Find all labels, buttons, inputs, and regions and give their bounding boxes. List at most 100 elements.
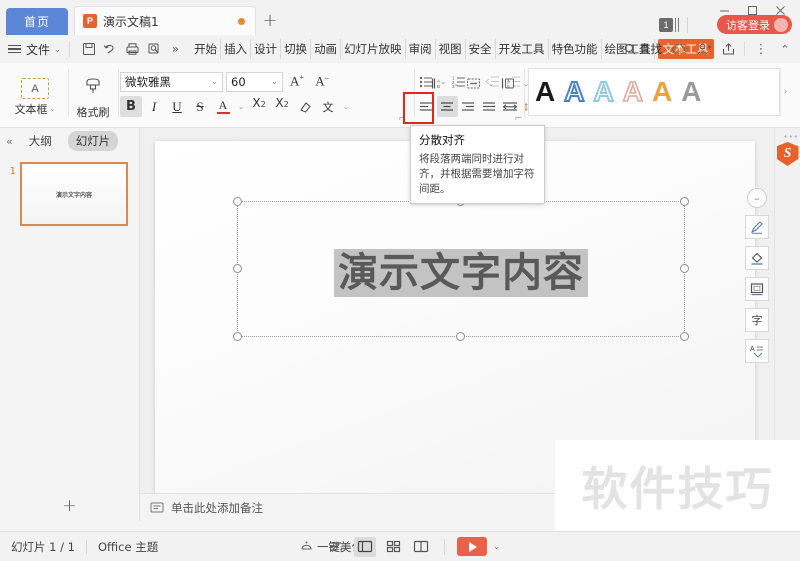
save-icon[interactable]: [78, 39, 100, 59]
collapse-pane-icon[interactable]: «: [6, 135, 13, 148]
font-color-dropdown-icon[interactable]: ⌄: [235, 103, 247, 111]
ribbon-tab-developer[interactable]: 开发工具: [496, 39, 549, 59]
share-user-icon[interactable]: [693, 38, 715, 60]
resize-handle-top-right[interactable]: [680, 197, 689, 206]
print-preview-icon[interactable]: [144, 39, 166, 59]
ribbon-tab-insert[interactable]: 插入: [221, 39, 252, 59]
ribbon-tab-slideshow[interactable]: 幻灯片放映: [341, 39, 406, 59]
more-commands-icon[interactable]: »: [166, 42, 185, 56]
strikethrough-button[interactable]: S: [189, 96, 211, 117]
superscript-button[interactable]: X2: [248, 96, 270, 117]
find-button[interactable]: 查找: [619, 41, 667, 57]
character-effects-dropdown-icon[interactable]: ⌄: [340, 103, 352, 111]
clear-formatting-button[interactable]: [294, 96, 316, 117]
menu-right-divider: [744, 42, 745, 56]
wordart-style-1[interactable]: A: [535, 78, 555, 106]
start-slideshow-button[interactable]: [457, 537, 488, 556]
ribbon-tab-view[interactable]: 视图: [436, 39, 466, 59]
kebab-menu-icon[interactable]: ⋮: [750, 38, 772, 60]
tab-home[interactable]: 首页: [6, 8, 68, 35]
new-tab-button[interactable]: +: [256, 6, 284, 35]
ribbon-tab-design[interactable]: 设计: [251, 39, 282, 59]
upload-share-icon[interactable]: [717, 38, 739, 60]
pen-tool-button[interactable]: [745, 215, 769, 239]
textbox-icon[interactable]: A: [21, 78, 49, 99]
format-painter-icon[interactable]: [82, 76, 104, 101]
font-size-select[interactable]: 60 ⌄: [226, 71, 283, 92]
resize-handle-bottom-center[interactable]: [456, 332, 465, 341]
text-style-button[interactable]: A: [745, 339, 769, 363]
wordart-more-icon[interactable]: ›: [780, 68, 790, 116]
tab-slides[interactable]: 幻灯片: [67, 131, 119, 151]
wordart-style-3[interactable]: A: [592, 77, 614, 107]
character-effects-button[interactable]: 文: [317, 96, 339, 117]
print-icon[interactable]: [122, 39, 144, 59]
text-direction-dropdown-icon[interactable]: ⌄: [450, 80, 462, 88]
font-color-button[interactable]: A: [212, 96, 234, 117]
text-direction-button[interactable]: AB: [428, 73, 449, 94]
slideshow-dropdown-icon[interactable]: ⌄: [493, 542, 500, 551]
subscript-button[interactable]: X2: [271, 96, 293, 117]
chevron-down-icon: ⌄: [211, 77, 218, 86]
subscript-exp: 2: [283, 100, 289, 109]
wordart-style-6[interactable]: A: [681, 78, 701, 106]
document-tab[interactable]: P 演示文稿1: [74, 6, 256, 35]
view-mode-dropdown[interactable]: [326, 537, 348, 557]
text-column-button[interactable]: AB: [498, 73, 519, 94]
undo-icon[interactable]: [100, 39, 122, 59]
status-divider: [444, 538, 446, 555]
drag-dots-icon[interactable]: •••: [784, 133, 799, 141]
add-slide-button[interactable]: +: [0, 491, 139, 521]
ribbon-tab-animation[interactable]: 动画: [311, 39, 342, 59]
text-column-dropdown-icon[interactable]: ⌄: [520, 80, 532, 88]
tab-count-badge[interactable]: 1: [659, 18, 680, 32]
theme-label[interactable]: Office 主题: [87, 539, 169, 555]
align-right-button[interactable]: [458, 96, 479, 117]
increase-font-size-button[interactable]: A+: [286, 71, 308, 92]
slide-thumbnail-text: 演示文字内容: [55, 192, 92, 199]
ribbon-tab-security[interactable]: 安全: [466, 39, 496, 59]
normal-view-button[interactable]: [354, 536, 377, 557]
slide-sorter-button[interactable]: [382, 537, 404, 557]
shape-outline-button[interactable]: [745, 277, 769, 301]
notes-placeholder: 单击此处添加备注: [171, 500, 263, 515]
align-text-button[interactable]: [463, 73, 484, 94]
resize-handle-top-left[interactable]: [233, 197, 242, 206]
subscript-base: X: [275, 96, 284, 110]
collapse-toolbar-button[interactable]: –: [747, 188, 767, 208]
slide-text-content[interactable]: 演示文字内容: [238, 240, 684, 298]
text-placeholder-selection[interactable]: 演示文字内容: [233, 197, 689, 341]
wordart-style-4[interactable]: A: [622, 77, 644, 107]
ribbon-tab-review[interactable]: 审阅: [406, 39, 436, 59]
font-family-select[interactable]: 微软雅黑 ⌄: [120, 71, 223, 92]
collapse-ribbon-icon[interactable]: ⌃: [774, 38, 796, 60]
decrease-font-size-button[interactable]: A–: [311, 71, 333, 92]
login-button[interactable]: 访客登录: [717, 15, 792, 34]
resize-handle-bottom-right[interactable]: [680, 332, 689, 341]
fill-color-button[interactable]: [745, 246, 769, 270]
wordart-style-2[interactable]: A: [563, 77, 585, 107]
paragraph-group-expander[interactable]: ⌐: [514, 114, 522, 124]
ribbon-tab-start[interactable]: 开始: [191, 39, 222, 59]
cloud-sync-icon[interactable]: [669, 38, 691, 60]
wps-ai-logo-icon[interactable]: S: [776, 142, 799, 166]
ribbon-tab-transition[interactable]: 切换: [281, 39, 312, 59]
align-justify-button[interactable]: [479, 96, 500, 117]
align-center-button[interactable]: [437, 96, 458, 117]
resize-handle-bottom-left[interactable]: [233, 332, 242, 341]
chevron-down-icon[interactable]: ⌄: [54, 45, 61, 54]
text-effect-button[interactable]: 字: [745, 308, 769, 332]
reading-view-button[interactable]: [410, 537, 432, 557]
format-painter-label[interactable]: 格式刷: [77, 104, 110, 120]
tab-outline[interactable]: 大纲: [21, 131, 60, 151]
textbox-button[interactable]: 文本框 ⌄: [15, 101, 56, 117]
align-text-dropdown-icon[interactable]: ⌄: [485, 80, 497, 88]
italic-button[interactable]: I: [143, 96, 165, 117]
hamburger-icon[interactable]: [8, 44, 21, 54]
underline-button[interactable]: U: [166, 96, 188, 117]
slide-thumbnail-1[interactable]: 演示文字内容: [20, 162, 128, 226]
wordart-style-5[interactable]: A: [652, 78, 672, 106]
bold-button[interactable]: B: [120, 96, 142, 117]
file-menu[interactable]: 文件: [26, 41, 50, 58]
ribbon-tab-features[interactable]: 特色功能: [549, 39, 602, 59]
